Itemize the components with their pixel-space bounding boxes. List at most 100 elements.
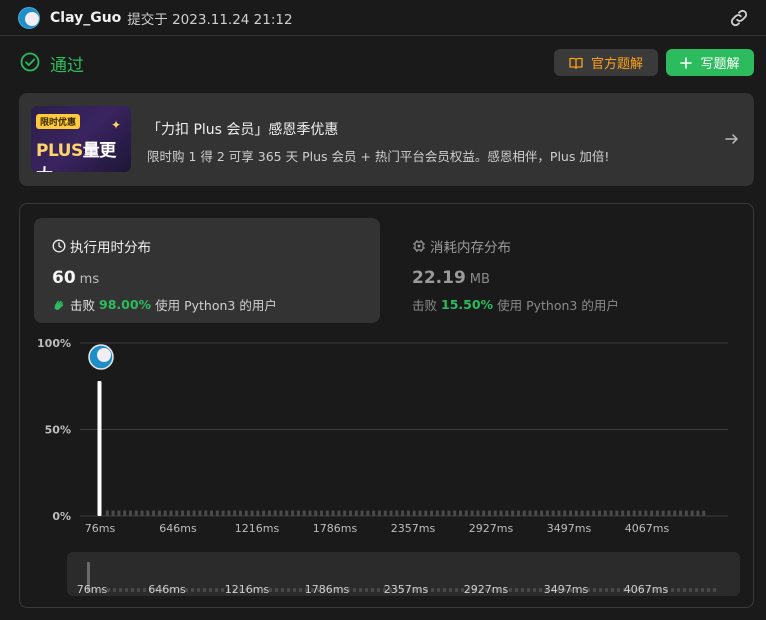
bar: [493, 510, 497, 516]
promo-subtitle: 限时购 1 得 2 可享 365 天 Plus 会员 + 热门平台会员权益。感恩…: [147, 149, 610, 164]
memory-card[interactable]: 消耗内存分布 22.19 MB 击败 15.50% 使用 Python3 的用户: [410, 218, 740, 323]
scroller-bar: [299, 588, 302, 592]
bar: [296, 510, 300, 516]
highlight-bar: [97, 381, 102, 516]
bar: [331, 510, 335, 516]
bar: [105, 510, 109, 516]
official-solution-label: 官方题解: [590, 57, 643, 72]
plus-promo-banner[interactable]: 限时优惠 PLUS量更大 ✦ 「力扣 Plus 会员」感恩季优惠 限时购 1 得…: [19, 93, 754, 186]
official-solution-button[interactable]: 官方题解: [554, 49, 658, 76]
memory-title: 消耗内存分布: [430, 240, 511, 256]
scroller-bar: [365, 588, 368, 592]
bar: [516, 510, 520, 516]
scroller-bar: [191, 588, 194, 592]
x-tick-label: 3497ms: [547, 522, 592, 535]
scroller-bar: [701, 588, 704, 592]
bar: [540, 510, 544, 516]
bar: [308, 510, 312, 516]
scroller-bar: [125, 588, 128, 592]
memory-beat-label: 击败: [412, 298, 438, 313]
bar: [534, 510, 538, 516]
runtime-beat-label: 击败: [70, 298, 96, 313]
scroller-bar: [143, 588, 146, 592]
bar: [482, 510, 486, 516]
bar: [435, 510, 439, 516]
memory-value: 22.19: [412, 268, 466, 288]
runtime-beat-suffix: 使用 Python3 的用户: [155, 298, 277, 313]
runtime-card[interactable]: 执行用时分布 60 ms 击败 98.00% 使用 Python3 的用户: [34, 218, 380, 323]
scroller-bar: [371, 588, 374, 592]
bar: [441, 510, 445, 516]
bar: [557, 510, 561, 516]
write-solution-button[interactable]: 写题解: [666, 49, 754, 76]
scroller-bar: [269, 588, 272, 592]
bar: [499, 510, 503, 516]
bar: [192, 510, 196, 516]
scroller-bar: [131, 588, 134, 592]
runtime-distribution-chart: 100% 50% 0% 76ms 646ms 1216ms 1786ms 2357ms 2927…: [37, 337, 728, 535]
scroller-bar: [287, 588, 290, 592]
bar: [621, 510, 625, 516]
username[interactable]: Clay_Guo: [50, 10, 121, 26]
scroller-bar: [533, 588, 536, 592]
bar: [418, 510, 422, 516]
promo-title: 「力扣 Plus 会员」感恩季优惠: [147, 122, 339, 138]
bar: [325, 510, 329, 516]
bar: [343, 510, 347, 516]
bar: [152, 510, 156, 516]
scroller-bar: [275, 588, 278, 592]
bar: [354, 510, 358, 516]
avatar[interactable]: [18, 6, 40, 29]
chip-icon: [413, 240, 425, 252]
scroller-bar: [521, 588, 524, 592]
scroller-bar: [599, 588, 602, 592]
memory-title-row: 消耗内存分布: [412, 236, 511, 256]
bar: [320, 510, 324, 516]
scroller-bar: [677, 588, 680, 592]
range-scroller-track[interactable]: 76ms 646ms 1216ms 1786ms 2357ms 2927ms 3497ms 4…: [67, 552, 740, 596]
memory-beat-row: 击败 15.50% 使用 Python3 的用户: [412, 295, 619, 314]
scroller-bar: [377, 588, 380, 592]
bar: [256, 510, 260, 516]
x-tick-label: 4067ms: [625, 522, 670, 535]
bar: [679, 510, 683, 516]
bar: [597, 510, 601, 516]
scroller-bar: [107, 588, 110, 592]
scroller-bar: [113, 588, 116, 592]
link-icon[interactable]: [728, 7, 750, 29]
bar: [250, 510, 254, 516]
bar: [163, 510, 167, 516]
bar: [586, 510, 590, 516]
bar: [348, 510, 352, 516]
bar: [464, 510, 468, 516]
range-scroller[interactable]: 76ms 646ms 1216ms 1786ms 2357ms 2927ms 3497ms 4…: [67, 552, 740, 596]
scroller-bar: [713, 588, 716, 592]
bar: [377, 510, 381, 516]
x-tick-label: 76ms: [85, 522, 116, 535]
bar: [360, 510, 364, 516]
bar: [563, 510, 567, 516]
bar: [690, 510, 694, 516]
scroller-bar: [431, 588, 434, 592]
promo-tag: 限时优惠: [36, 114, 81, 129]
bar: [412, 510, 416, 516]
bar: [181, 510, 185, 516]
bar: [337, 510, 341, 516]
bar: [522, 510, 526, 516]
bar: [505, 510, 509, 516]
bar: [574, 510, 578, 516]
status-row: 通过 官方题解 写题解: [20, 48, 754, 78]
memory-beat-pct: 15.50%: [441, 297, 494, 312]
bar: [302, 510, 306, 516]
scroller-tick-label: 1786ms: [305, 583, 350, 596]
y-tick-label: 0%: [52, 510, 71, 523]
clap-icon: [54, 300, 64, 310]
submission-header: Clay_Guo 提交于 2023.11.24 21:12: [0, 0, 766, 36]
bar: [291, 510, 295, 516]
bar: [551, 510, 555, 516]
memory-unit: MB: [469, 272, 490, 287]
bar: [673, 510, 677, 516]
bar: [430, 510, 434, 516]
bar: [696, 510, 700, 516]
arrow-right-icon[interactable]: [724, 131, 740, 147]
